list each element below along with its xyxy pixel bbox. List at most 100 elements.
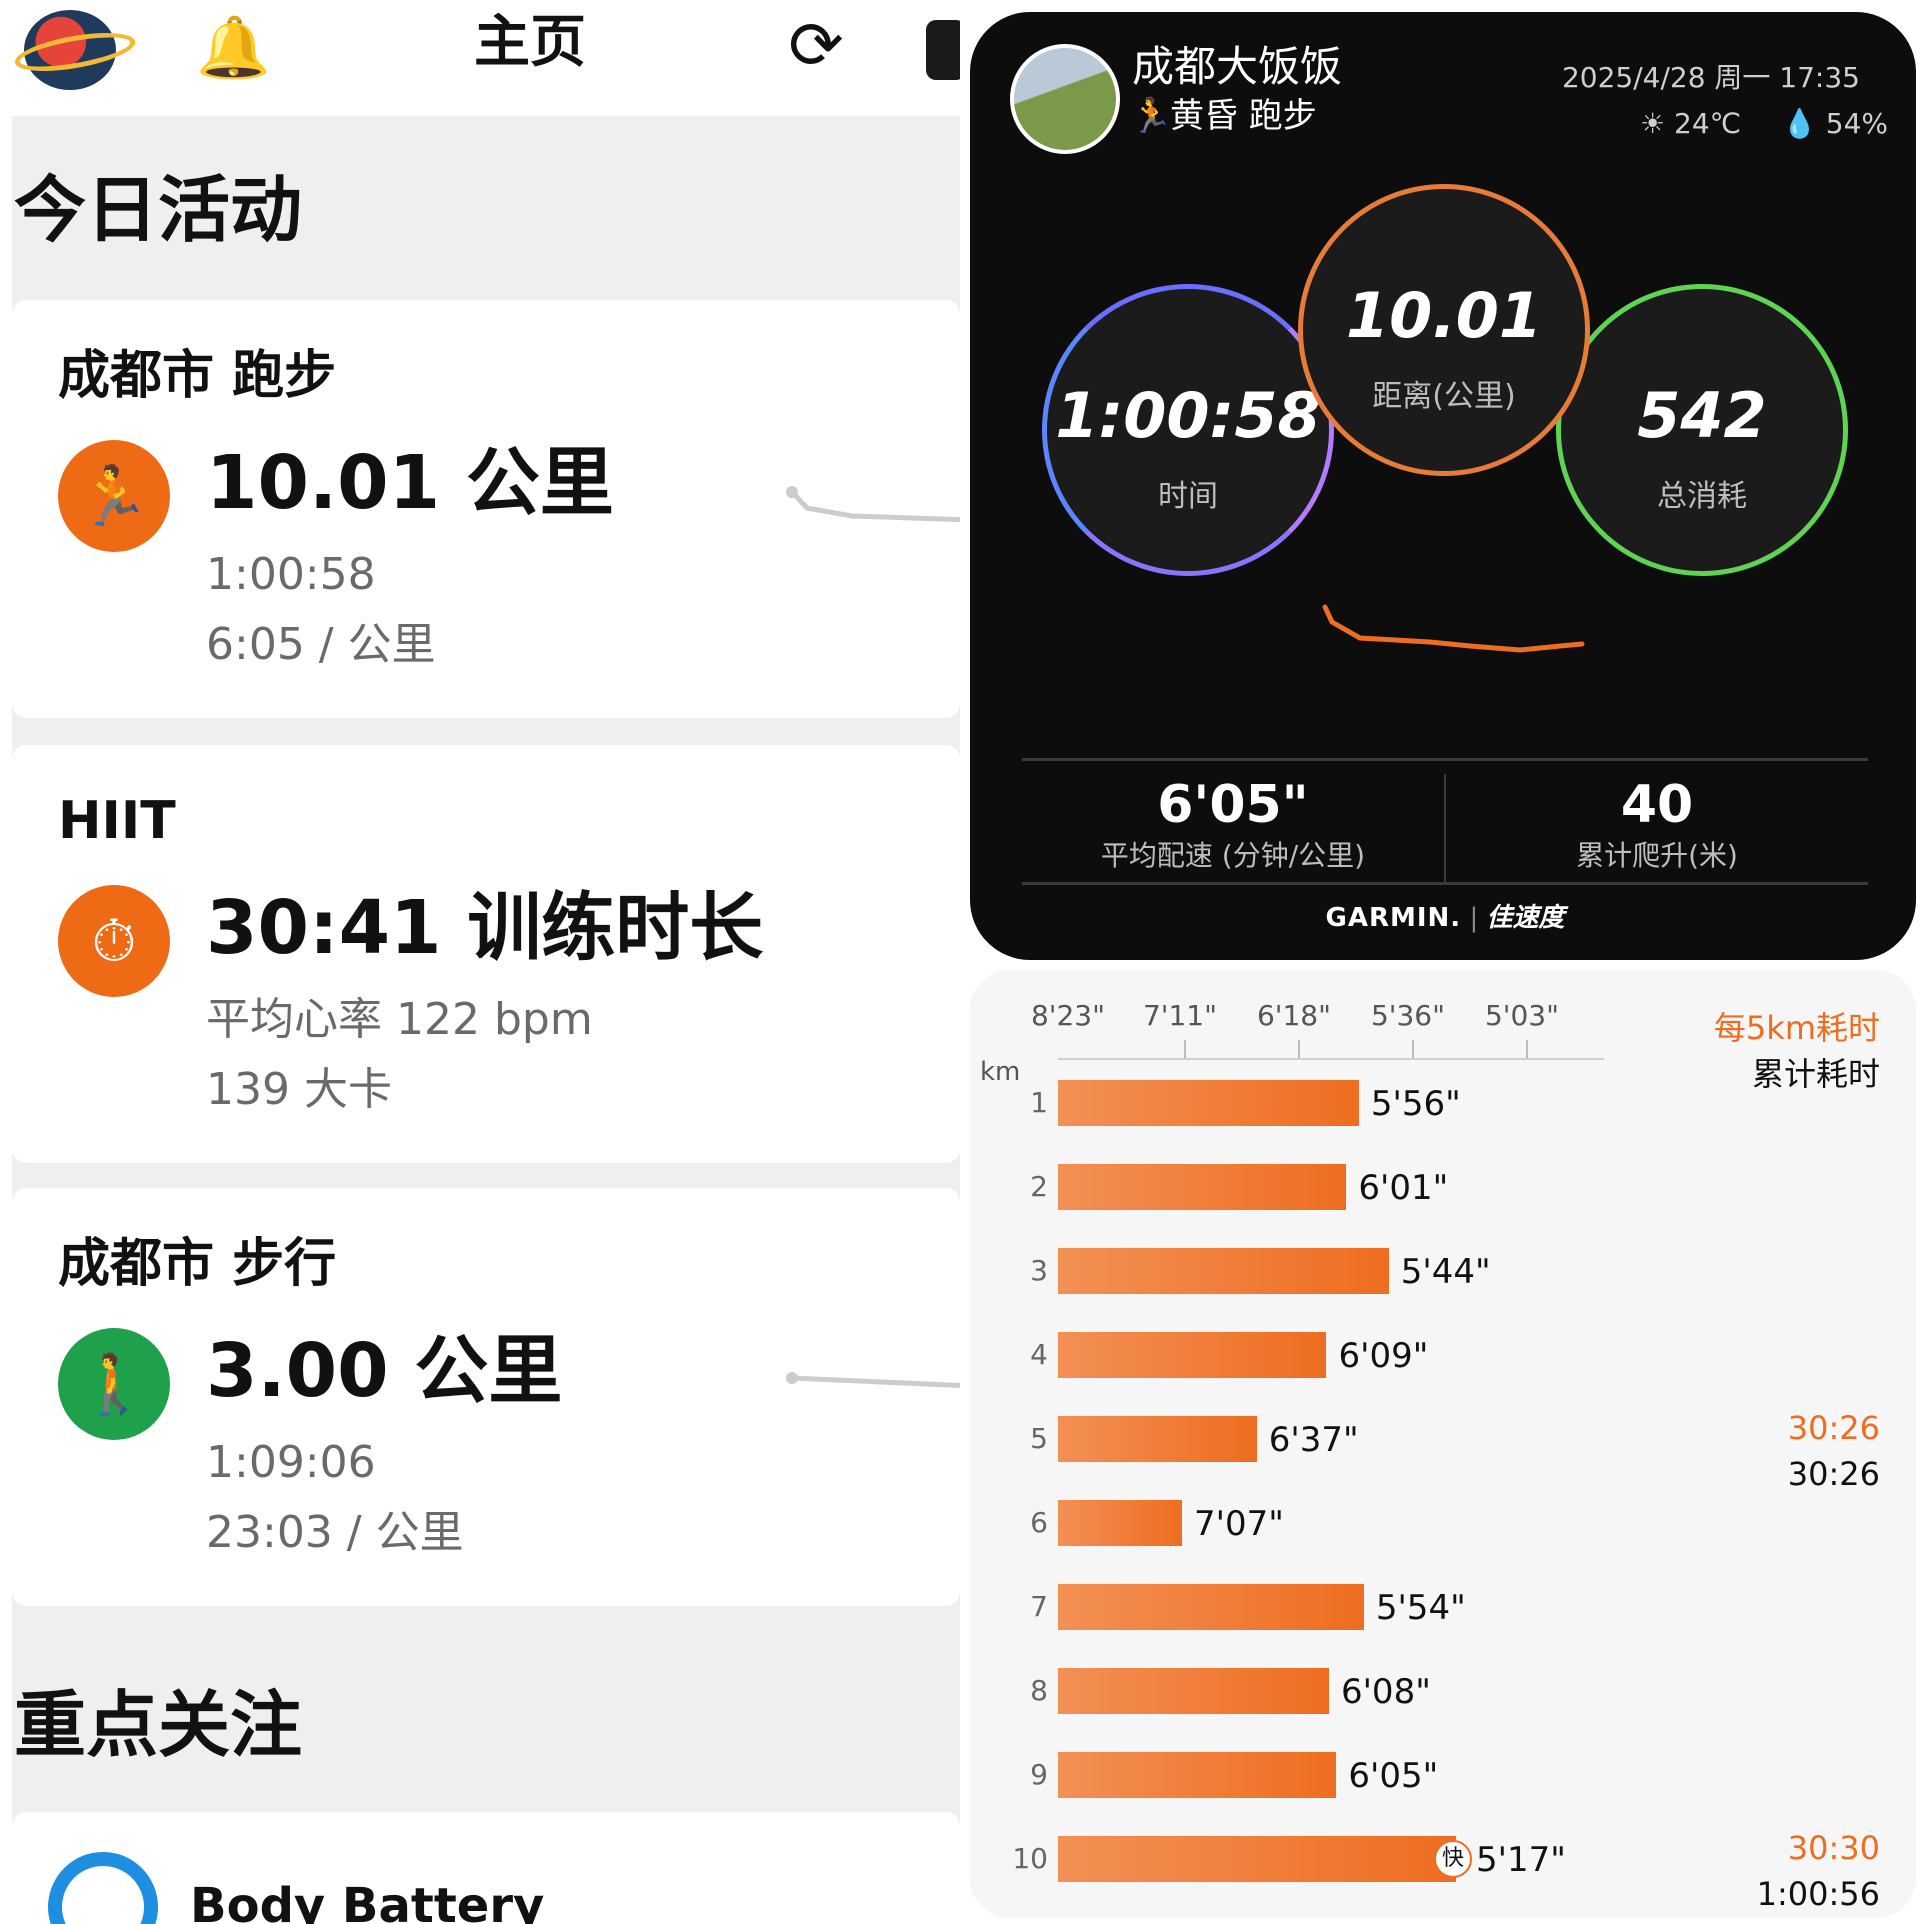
user-name: 成都大饭饭 [1132,42,1343,91]
summary-split: 30:30 [1787,1829,1880,1867]
split-bar [1058,1332,1327,1378]
garmin-share-card: 成都大饭饭 🏃 黄昏 跑步 2025/4/28 周一 17:35 ☀ 24℃ 💧… [970,12,1916,960]
time-ring: 1:00:58 时间 [1042,284,1334,576]
avatar [1010,44,1120,154]
split-km-label: 5 [1030,1422,1048,1455]
split-pace-label: 5'54" [1375,1588,1466,1628]
activity-duration: 1:09:06 [206,1437,376,1488]
humidity: 💧 54% [1782,104,1888,144]
distance-label: 距离(公里) [1372,379,1516,414]
temperature-value: 24℃ [1674,107,1742,140]
split-bar [1058,1248,1389,1294]
app-logo: 佳速度 [1486,903,1565,933]
sun-icon: ☀ [1640,107,1666,140]
activity-title: 成都市 跑步 [58,346,337,406]
fastest-badge: 快 [1434,1840,1472,1878]
watch-icon[interactable] [926,20,960,80]
calories-ring: 542 总消耗 [1556,284,1848,576]
split-bar [1058,1416,1257,1462]
split-pace-label: 6'08" [1340,1672,1431,1712]
today-activities-title: 今日活动 [14,168,303,252]
split-bar [1058,1500,1182,1546]
split-pace-label: 5'56" [1370,1084,1461,1124]
avg-pace-label: 平均配速 (分钟/公里) [1100,839,1366,872]
activity-title: 成都市 步行 [58,1234,337,1294]
split-bar [1058,1080,1359,1126]
split-km-label: 4 [1030,1338,1048,1371]
brand-footer: GARMIN. | 佳速度 [1325,903,1565,933]
avg-pace-value: 6'05" [1157,775,1309,835]
split-pace-label: 7'07" [1194,1504,1284,1544]
split-bar [1058,1668,1329,1714]
split-pace-label: 5'44" [1400,1252,1491,1292]
axis-tick-label: 8'23" [1030,999,1106,1032]
activity-label: 黄昏 跑步 [1170,96,1317,136]
split-pace-label: 6'37" [1268,1420,1359,1460]
activity-datetime: 2025/4/28 周一 17:35 [1561,61,1860,94]
split-km-label: 7 [1030,1590,1048,1623]
activity-card-run[interactable]: 成都市 跑步 🏃 10.01 公里 1:00:58 6:05 / 公里 [12,300,960,718]
activity-main-value: 10.01 公里 [206,440,614,526]
axis-tick-label: 6'18" [1256,999,1332,1032]
axis-line [1058,1058,1604,1060]
split-bar [1058,1584,1364,1630]
activity-card-walk[interactable]: 成都市 步行 🚶 3.00 公里 1:09:06 23:03 / 公里 [12,1188,960,1606]
route-map [786,1372,960,1388]
split-pace-label: 6'01" [1358,1168,1449,1208]
split-km-label: 2 [1030,1170,1048,1203]
body-battery-title: Body Battery [190,1878,545,1924]
running-icon: 🏃 [1130,96,1173,136]
activity-title: HIIT [58,791,176,851]
split-km-label: 8 [1030,1674,1048,1707]
activity-duration: 1:00:58 [206,549,376,600]
route-map [1322,604,1585,653]
divider [1022,758,1868,761]
axis-tick-mark [1412,1040,1414,1058]
split-pace-label: 5'17" [1476,1840,1566,1880]
axis-tick-mark [1526,1040,1528,1058]
calories-value: 542 [1637,379,1767,452]
summary-cumulative: 1:00:56 [1756,1875,1880,1913]
axis-tick-label: 5'03" [1484,999,1560,1032]
split-km-label: 9 [1030,1758,1048,1791]
split-km-label: 6 [1030,1506,1048,1539]
time-value: 1:00:58 [1055,379,1321,452]
temperature: ☀ 24℃ [1640,104,1741,144]
bell-icon[interactable]: 🔔 [196,12,271,84]
walking-icon: 🚶 [58,1328,170,1440]
split-bar [1058,1752,1337,1798]
hiit-icon: ⏱ [58,885,170,997]
activity-card-hiit[interactable]: HIIT ⏱ 30:41 训练时长 平均心率 122 bpm 139 大卡 [12,745,960,1163]
activity-main-value: 30:41 训练时长 [206,885,764,971]
time-label: 时间 [1158,479,1218,514]
summary-split: 30:26 [1787,1409,1880,1447]
activity-calories: 139 大卡 [206,1064,392,1115]
droplet-icon: 💧 [1782,107,1817,140]
summary-cumulative: 30:26 [1787,1455,1880,1493]
split-km-label: 1 [1030,1086,1048,1119]
top-bar: 🔔 主页 ⟳ [0,0,960,100]
axis-tick-mark [1298,1040,1300,1058]
legend-cumulative: 累计耗时 [1751,1055,1880,1093]
split-bar [1058,1836,1456,1882]
axis-tick-mark [1184,1040,1186,1058]
split-km-label: 10 [1012,1842,1048,1875]
activity-main-value: 3.00 公里 [206,1328,563,1414]
sync-icon[interactable]: ⟳ [778,8,854,84]
splits-chart: km 每5km耗时 累计耗时 30:26 30:26 30:30 1:00:56… [970,970,1916,1918]
split-pace-label: 6'05" [1348,1756,1439,1796]
split-bar [1058,1164,1347,1210]
split-km-label: 3 [1030,1254,1048,1287]
running-icon: 🏃 [58,440,170,552]
axis-tick-label: 7'11" [1142,999,1218,1032]
split-pace-label: 6'09" [1338,1336,1429,1376]
activity-pace: 23:03 / 公里 [206,1507,464,1558]
distance-value: 10.01 [1345,279,1543,352]
axis-tick-label: 5'36" [1370,999,1446,1032]
garmin-logo: GARMIN. [1325,903,1462,933]
legend-split: 每5km耗时 [1713,1009,1880,1047]
humidity-value: 54% [1825,107,1889,140]
focus-title: 重点关注 [14,1683,303,1767]
elevation-value: 40 [1620,775,1694,835]
activity-pace: 6:05 / 公里 [206,619,436,670]
